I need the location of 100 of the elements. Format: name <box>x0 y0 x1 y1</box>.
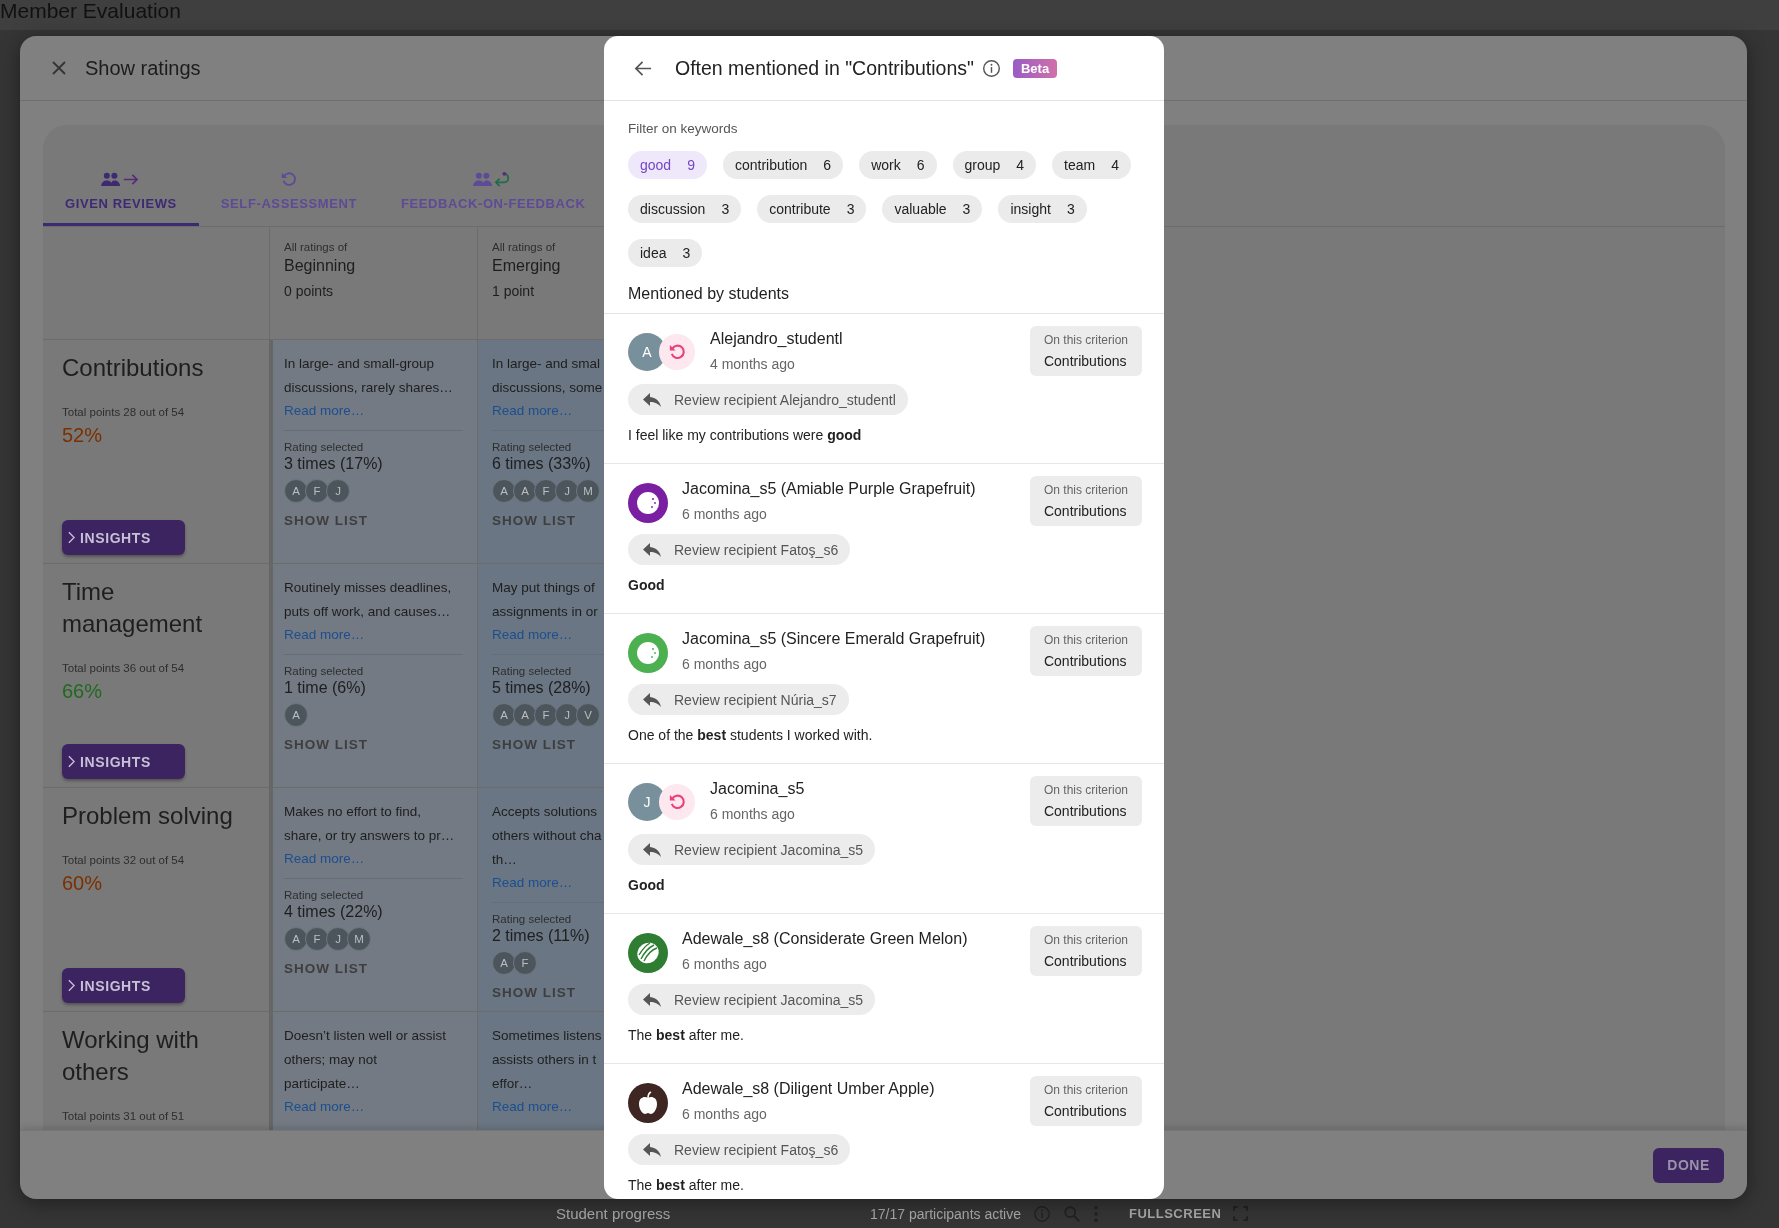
avatar: M <box>347 927 371 951</box>
level-points: 0 points <box>284 283 335 299</box>
student-name: Jacomina_s5 (Sincere Emerald Grapefruit) <box>682 630 986 648</box>
refresh-icon <box>279 170 298 188</box>
keyword-chip[interactable]: good 9 <box>628 151 707 179</box>
chevron-icon <box>68 531 75 544</box>
insights-button[interactable]: INSIGHTS <box>62 968 185 1003</box>
read-more-link[interactable]: Read more… <box>492 872 573 894</box>
description-line: effor… <box>492 1075 533 1093</box>
dialog-title: Show ratings <box>85 56 201 80</box>
criterion-name: Working with others <box>62 1025 200 1087</box>
avatar: J <box>555 703 579 727</box>
insights-button[interactable]: INSIGHTS <box>62 744 185 779</box>
rating-count: 1 time (6%) <box>284 679 366 697</box>
keyword-chip[interactable]: work 6 <box>859 151 937 179</box>
read-more-link[interactable]: Read more… <box>284 1096 365 1118</box>
panel-title: Often mentioned in "Contributions" <box>675 56 974 80</box>
fullscreen-button[interactable]: FULLSCREEN <box>1129 1206 1249 1221</box>
show-list-button[interactable]: SHOW LIST <box>492 513 576 528</box>
read-more-link[interactable]: Read more… <box>284 624 365 646</box>
keyword-chip[interactable]: contribute 3 <box>757 195 867 223</box>
avatar: J <box>555 479 579 503</box>
rating-count: 2 times (11%) <box>492 927 590 945</box>
student-name: Adewale_s8 (Diligent Umber Apple) <box>682 1080 935 1098</box>
reply-icon <box>642 1141 662 1158</box>
rating-count: 3 times (17%) <box>284 455 383 473</box>
avatar: A <box>284 703 308 727</box>
description-line: May put things of <box>492 579 595 597</box>
time-ago: 6 months ago <box>682 656 768 672</box>
reply-icon <box>642 841 662 858</box>
description-line: discussions, rarely shares… <box>284 379 453 397</box>
avatar: A <box>492 479 516 503</box>
rating-count: 6 times (33%) <box>492 455 591 473</box>
show-list-button[interactable]: SHOW LIST <box>284 513 368 528</box>
rating-label: Rating selected <box>492 665 572 677</box>
recipient-chip: Review recipient Alejandro_studentl <box>628 384 908 415</box>
description-line: participate… <box>284 1075 360 1093</box>
self-assessment-icon <box>658 783 696 821</box>
read-more-link[interactable]: Read more… <box>492 1096 573 1118</box>
show-list-button[interactable]: SHOW LIST <box>284 737 368 752</box>
participants-count: 17/17 participants active <box>870 1205 1021 1222</box>
keyword-chip[interactable]: insight 3 <box>998 195 1087 223</box>
avatar: F <box>534 703 558 727</box>
description-line: th… <box>492 851 517 869</box>
avatar: J <box>326 479 350 503</box>
keyword-chip[interactable]: discussion 3 <box>628 195 742 223</box>
chevron-icon <box>68 755 75 768</box>
keyword-chip[interactable]: contribution 6 <box>722 151 844 179</box>
reply-icon <box>642 541 662 558</box>
criterion-name: Contributions <box>62 353 205 383</box>
description-line: assignments in or <box>492 603 598 621</box>
criterion-name: Problem solving <box>62 801 234 831</box>
criterion-box: On this criterion Contributions <box>1029 626 1142 676</box>
description-line: Routinely misses deadlines, <box>284 579 452 597</box>
student-name: Alejandro_studentl <box>710 330 843 348</box>
percent-score: 66% <box>62 680 103 703</box>
keyword-chip[interactable]: idea 3 <box>628 239 703 267</box>
read-more-link[interactable]: Read more… <box>284 848 365 870</box>
section-title: Student progress <box>556 1205 672 1222</box>
criterion-name: Time management <box>62 577 204 639</box>
recipient-chip: Review recipient Jacomina_s5 <box>628 834 876 865</box>
close-icon[interactable] <box>51 60 67 76</box>
comment-text: The best after me. <box>628 1177 744 1193</box>
level-points: 1 point <box>492 283 536 299</box>
show-list-button[interactable]: SHOW LIST <box>284 961 368 976</box>
level-caption: All ratings of <box>492 241 557 253</box>
description-line: share, or try answers to pr… <box>284 827 455 845</box>
insights-button[interactable]: INSIGHTS <box>62 520 185 555</box>
criterion-box: On this criterion Contributions <box>1029 1076 1142 1126</box>
recipient-chip: Review recipient Fatoş_s6 <box>628 1134 851 1165</box>
avatar: V <box>576 703 600 727</box>
keyword-chip[interactable]: valuable 3 <box>882 195 983 223</box>
avatar: F <box>513 951 537 975</box>
comment-text: Good <box>628 577 665 593</box>
keyword-chip[interactable]: group 4 <box>952 151 1037 179</box>
avatar: M <box>576 479 600 503</box>
show-list-button[interactable]: SHOW LIST <box>492 985 576 1000</box>
criterion-box: On this criterion Contributions <box>1029 926 1142 976</box>
avatar: J <box>326 927 350 951</box>
avatar: A <box>513 703 537 727</box>
rating-label: Rating selected <box>284 665 364 677</box>
avatar: F <box>534 479 558 503</box>
read-more-link[interactable]: Read more… <box>284 400 365 422</box>
description-line: In large- and smal <box>492 355 601 373</box>
time-ago: 6 months ago <box>710 806 796 822</box>
rating-count: 4 times (22%) <box>284 903 383 921</box>
tab[interactable]: GIVEN REVIEWS <box>43 125 199 226</box>
done-button[interactable]: DONE <box>1653 1147 1724 1183</box>
read-more-link[interactable]: Read more… <box>492 400 573 422</box>
avatar: A <box>284 927 308 951</box>
info-icon[interactable] <box>981 58 1001 78</box>
read-more-link[interactable]: Read more… <box>492 624 573 646</box>
description-line: assists others in t <box>492 1051 597 1069</box>
time-ago: 6 months ago <box>682 956 768 972</box>
rating-label: Rating selected <box>284 889 364 901</box>
show-list-button[interactable]: SHOW LIST <box>492 737 576 752</box>
keyword-chip[interactable]: team 4 <box>1052 151 1132 179</box>
rating-label: Rating selected <box>492 441 572 453</box>
time-ago: 6 months ago <box>682 506 768 522</box>
time-ago: 6 months ago <box>682 1106 768 1122</box>
